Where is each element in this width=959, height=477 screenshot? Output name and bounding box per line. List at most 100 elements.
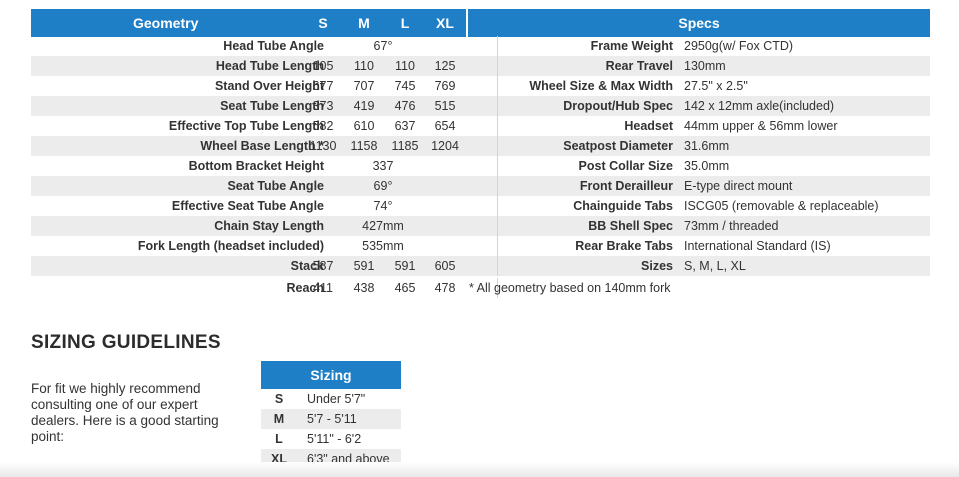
- spec-value: 35.0mm: [684, 159, 730, 173]
- column-divider: [497, 76, 498, 96]
- geometry-value-all-sizes: 74°: [373, 199, 393, 213]
- sizing-size: L: [275, 432, 283, 446]
- geometry-header: Geometry S M L XL: [31, 9, 466, 37]
- column-divider: [497, 36, 498, 56]
- column-divider: [497, 116, 498, 136]
- sizing-height-range: 5'7 - 5'11: [307, 412, 357, 426]
- spec-value: 73mm / threaded: [684, 219, 779, 233]
- sizing-guidelines-title: SIZING GUIDELINES: [31, 332, 221, 353]
- sizing-height-range: Under 5'7": [307, 392, 366, 406]
- sizing-row: S Under 5'7": [261, 389, 401, 409]
- geometry-value: 587: [312, 259, 334, 273]
- spec-label: Dropout/Hub Spec: [563, 99, 673, 113]
- spec-value: International Standard (IS): [684, 239, 831, 253]
- specs-title: Specs: [678, 15, 720, 31]
- geometry-label: Seat Tube Angle: [227, 179, 324, 193]
- geometry-value-all-sizes: 67°: [373, 39, 393, 53]
- geometry-value: 591: [394, 259, 416, 273]
- spec-value: 2950g(w/ Fox CTD): [684, 39, 794, 53]
- spec-value: 130mm: [684, 59, 726, 73]
- geometry-value: 745: [394, 79, 416, 93]
- geometry-value: 769: [434, 79, 456, 93]
- sizing-size: M: [273, 412, 285, 426]
- geometry-value: 478: [434, 281, 456, 295]
- spec-value: 31.6mm: [684, 139, 730, 153]
- geometry-footnote: * All geometry based on 140mm fork: [469, 281, 671, 295]
- table-row: Head Tube Length 105 110 110 125 Rear Travel 1…: [31, 56, 930, 76]
- geometry-value: 476: [394, 99, 416, 113]
- column-divider: [497, 216, 498, 236]
- spec-value: 27.5" x 2.5": [684, 79, 748, 93]
- geometry-value: 419: [353, 99, 375, 113]
- spec-label: Post Collar Size: [578, 159, 673, 173]
- sizing-table-header: Sizing: [261, 361, 401, 389]
- specs-header: Specs: [468, 9, 930, 37]
- table-row: Wheel Base Length * 1130 1158 1185 1204 Seatp…: [31, 136, 930, 156]
- spec-label: Front Derailleur: [579, 179, 673, 193]
- geometry-label: Bottom Bracket Height: [188, 159, 324, 173]
- size-header-xl: XL: [436, 15, 454, 31]
- column-divider: [497, 156, 498, 176]
- sizing-row: M 5'7 - 5'11: [261, 409, 401, 429]
- geometry-value: 1185: [391, 139, 419, 153]
- geometry-value: 1204: [431, 139, 459, 153]
- geometry-value: 1130: [309, 139, 337, 153]
- table-row: Fork Length (headset included) 535mm Rear …: [31, 236, 930, 256]
- spec-value: 44mm upper & 56mm lower: [684, 119, 838, 133]
- table-row: Bottom Bracket Height 337 Post Collar Size…: [31, 156, 930, 176]
- spec-value: E-type direct mount: [684, 179, 793, 193]
- size-header-l: L: [400, 15, 410, 31]
- table-row: Chain Stay Length 427mm BB Shell Spec 73mm …: [31, 216, 930, 236]
- column-divider: [497, 96, 498, 116]
- geometry-value: 105: [312, 59, 334, 73]
- geometry-value-all-sizes: 69°: [373, 179, 393, 193]
- table-row: Effective Top Tube Length 582 610 637 654 Hea…: [31, 116, 930, 136]
- geometry-value-all-sizes: 535mm: [362, 239, 404, 253]
- table-row: Seat Tube Length 373 419 476 515 Dropout/Hub …: [31, 96, 930, 116]
- column-divider: [497, 236, 498, 256]
- geometry-title: Geometry: [133, 15, 199, 31]
- geometry-value: 1158: [350, 139, 378, 153]
- column-divider: [497, 176, 498, 196]
- geometry-value: 110: [354, 59, 374, 73]
- geometry-label: Effective Top Tube Length: [168, 119, 324, 133]
- table-row: Seat Tube Angle 69° Front Derailleur E-type…: [31, 176, 930, 196]
- geometry-value: 637: [394, 119, 416, 133]
- geometry-value: 605: [434, 259, 456, 273]
- table-row: Reach 411 438 465 478 * All geometry based on…: [31, 278, 930, 298]
- geometry-value: 373: [312, 99, 334, 113]
- sizing-row: L 5'11" - 6'2: [261, 429, 401, 449]
- spec-value: S, M, L, XL: [684, 259, 746, 273]
- geometry-value: 677: [312, 79, 334, 93]
- column-divider: [497, 136, 498, 156]
- spec-label: BB Shell Spec: [588, 219, 673, 233]
- spec-label: Sizes: [641, 259, 673, 273]
- table-row: Stand Over Height 677 707 745 769 Wheel Size …: [31, 76, 930, 96]
- geometry-value: 438: [353, 281, 375, 295]
- spec-label: Chainguide Tabs: [573, 199, 673, 213]
- geometry-value: 591: [353, 259, 375, 273]
- spec-label: Rear Travel: [605, 59, 673, 73]
- geometry-label: Chain Stay Length: [214, 219, 324, 233]
- spec-label: Seatpost Diameter: [563, 139, 673, 153]
- column-divider: [497, 256, 498, 276]
- sizing-guidelines-text: For fit we highly recommend consulting o…: [31, 381, 219, 444]
- bottom-fade: [0, 462, 959, 477]
- geometry-label: Fork Length (headset included): [137, 239, 324, 253]
- geometry-value-all-sizes: 427mm: [362, 219, 404, 233]
- sizing-size: S: [274, 392, 284, 406]
- spec-value: ISCG05 (removable & replaceable): [684, 199, 879, 213]
- size-header-s: S: [318, 15, 328, 31]
- sizing-height-range: 5'11" - 6'2: [307, 432, 362, 446]
- table-row: Head Tube Angle 67° Frame Weight 2950g(w/ F…: [31, 36, 930, 56]
- geometry-value: 465: [394, 281, 416, 295]
- geometry-label: Head Tube Angle: [223, 39, 324, 53]
- table-row: Effective Seat Tube Angle 74° Chainguide T…: [31, 196, 930, 216]
- geometry-value: 125: [434, 59, 456, 73]
- table-row: Stack 587 591 591 605 Sizes S, M, L, XL: [31, 256, 930, 276]
- geometry-value: 654: [434, 119, 456, 133]
- geometry-value: 515: [434, 99, 456, 113]
- geometry-value: 582: [312, 119, 334, 133]
- spec-label: Wheel Size & Max Width: [529, 79, 673, 93]
- geometry-value: 610: [353, 119, 375, 133]
